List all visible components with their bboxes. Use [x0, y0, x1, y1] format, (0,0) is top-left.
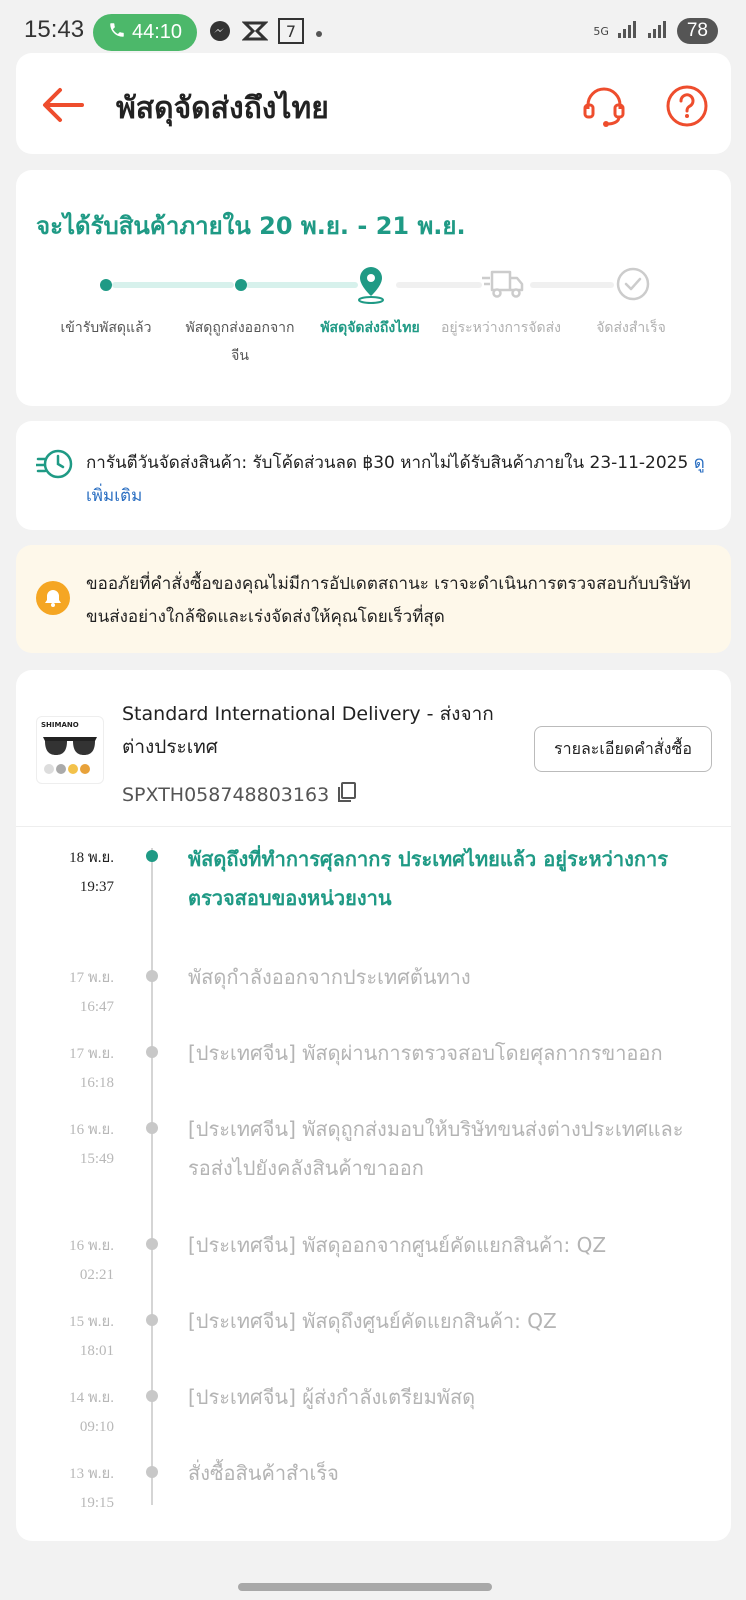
status-notice-card: ขออภัยที่คำสั่งซื้อของคุณไม่มีการอัปเดตส… [16, 545, 731, 653]
timeline-dot [146, 1122, 158, 1134]
svg-text:7: 7 [286, 22, 296, 41]
system-indicators: 5G 78 [593, 18, 718, 44]
back-button[interactable] [38, 83, 88, 127]
help-button[interactable] [664, 83, 710, 129]
guarantee-text: การันตีวันจัดส่งสินค้า: รับโค้ดส่วนลด ฿3… [86, 447, 706, 513]
progress-line-4 [530, 282, 614, 288]
event-time: 16:47 [79, 999, 114, 1015]
order-details-button[interactable]: รายละเอียดคำสั่งซื้อ [534, 726, 712, 772]
guarantee-message: การันตีวันจัดส่งสินค้า: รับโค้ดส่วนลด ฿3… [86, 453, 689, 473]
event-description: [ประเทศจีน] พัสดุออกจากศูนย์คัดแยกสินค้า… [188, 1233, 607, 1257]
bell-icon [36, 581, 70, 615]
event-time: 19:15 [79, 1495, 114, 1511]
help-icon [666, 85, 708, 127]
event-date: 16 พ.ย. [69, 1122, 114, 1138]
step-label-picked-up: เข้ารับพัสดุแล้ว [60, 320, 152, 336]
event-description: [ประเทศจีน] ผู้ส่งกำลังเตรียมพัสดุ [188, 1385, 476, 1409]
divider [16, 826, 731, 827]
copy-icon[interactable] [337, 781, 357, 808]
tracking-number: SPXTH058748803163 [122, 783, 330, 806]
customer-support-button[interactable] [581, 83, 627, 129]
notification-icons: 7 [208, 18, 324, 48]
event-time: 15:49 [79, 1151, 114, 1167]
event-description: [ประเทศจีน] พัสดุถูกส่งมอบให้บริษัทขนส่ง… [188, 1117, 684, 1180]
event-date: 17 พ.ย. [69, 1046, 114, 1062]
delivery-truck-icon [480, 266, 526, 306]
delivery-guarantee-card: การันตีวันจัดส่งสินค้า: รับโค้ดส่วนลด ฿3… [16, 421, 731, 530]
call-duration: 44:10 [131, 21, 183, 43]
timeline-dot [146, 1314, 158, 1326]
tracking-number-row: SPXTH058748803163 [122, 781, 357, 808]
timeline-dot [146, 850, 158, 862]
event-time: 02:21 [79, 1267, 114, 1283]
check-circle-icon [615, 266, 651, 306]
progress-line-1 [112, 282, 234, 288]
event-description: [ประเทศจีน] พัสดุผ่านการตรวจสอบโดยศุลกาก… [188, 1041, 663, 1065]
messenger-icon [208, 19, 232, 47]
battery-indicator: 78 [676, 18, 718, 44]
status-time: 15:43 [24, 16, 85, 43]
step-label-delivered: จัดส่งสำเร็จ [596, 320, 666, 336]
home-indicator[interactable] [238, 1583, 492, 1591]
product-thumbnail[interactable]: SHIMANO [36, 716, 104, 784]
notice-message: ขออภัยที่คำสั่งซื้อของคุณไม่มีการอัปเดตส… [86, 574, 691, 627]
event-description: สั่งซื้อสินค้าสำเร็จ [188, 1461, 339, 1485]
app-header: พัสดุจัดส่งถึงไทย [16, 53, 731, 154]
event-time: 09:10 [79, 1419, 114, 1435]
event-time: 19:37 [79, 879, 114, 895]
phone-icon [108, 21, 126, 45]
shipping-method: Standard International Delivery - ส่งจาก… [122, 703, 494, 758]
signal-icon-2 [647, 19, 669, 43]
signal-icon [617, 19, 639, 43]
step-dot-left-china [235, 279, 247, 291]
timeline-dot [146, 1466, 158, 1478]
progress-line-2 [246, 282, 358, 288]
timeline-line [151, 848, 153, 1505]
estimated-delivery: จะได้รับสินค้าภายใน 20 พ.ย. - 21 พ.ย. [36, 212, 466, 240]
tracking-details-card: SHIMANO Standard International Delivery … [16, 670, 731, 1541]
timeline-dot [146, 970, 158, 982]
timeline-dot [146, 1046, 158, 1058]
location-pin-icon [354, 264, 388, 308]
status-bar: 15:43 44:10 7 5G 78 [0, 0, 746, 52]
event-date: 13 พ.ย. [69, 1466, 114, 1482]
more-notifications-dot [314, 24, 324, 43]
seven-eleven-icon: 7 [278, 18, 304, 48]
timeline-dot [146, 1390, 158, 1402]
step-label-arrived-thailand: พัสดุจัดส่งถึงไทย [320, 320, 420, 336]
event-description: พัสดุกำลังออกจากประเทศต้นทาง [188, 965, 471, 989]
headset-icon [583, 87, 625, 127]
product-brand: SHIMANO [41, 721, 79, 729]
event-description: [ประเทศจีน] พัสดุถึงศูนย์คัดแยกสินค้า: Q… [188, 1309, 557, 1333]
event-date: 16 พ.ย. [69, 1238, 114, 1254]
capcut-icon [241, 20, 269, 46]
step-label-in-transit: อยู่ระหว่างการจัดส่ง [441, 320, 561, 336]
event-time: 16:18 [79, 1075, 114, 1091]
event-description: พัสดุถึงที่ทำการศุลกากร ประเทศไทยแล้ว อย… [188, 847, 668, 910]
step-dot-picked-up [100, 279, 112, 291]
step-label-left-china: พัสดุถูกส่งออกจากจีน [185, 320, 295, 364]
event-date: 15 พ.ย. [69, 1314, 114, 1330]
event-date: 14 พ.ย. [69, 1390, 114, 1406]
fast-clock-icon [34, 445, 73, 481]
page-title: พัสดุจัดส่งถึงไทย [116, 91, 329, 126]
progress-line-3 [396, 282, 482, 288]
delivery-progress-card: จะได้รับสินค้าภายใน 20 พ.ย. - 21 พ.ย. เข… [16, 170, 731, 406]
event-date: 18 พ.ย. [69, 850, 114, 866]
event-time: 18:01 [79, 1343, 114, 1359]
network-type: 5G [593, 24, 609, 38]
back-arrow-icon [43, 88, 84, 122]
ongoing-call-pill[interactable]: 44:10 [93, 14, 197, 51]
timeline-dot [146, 1238, 158, 1250]
event-date: 17 พ.ย. [69, 970, 114, 986]
